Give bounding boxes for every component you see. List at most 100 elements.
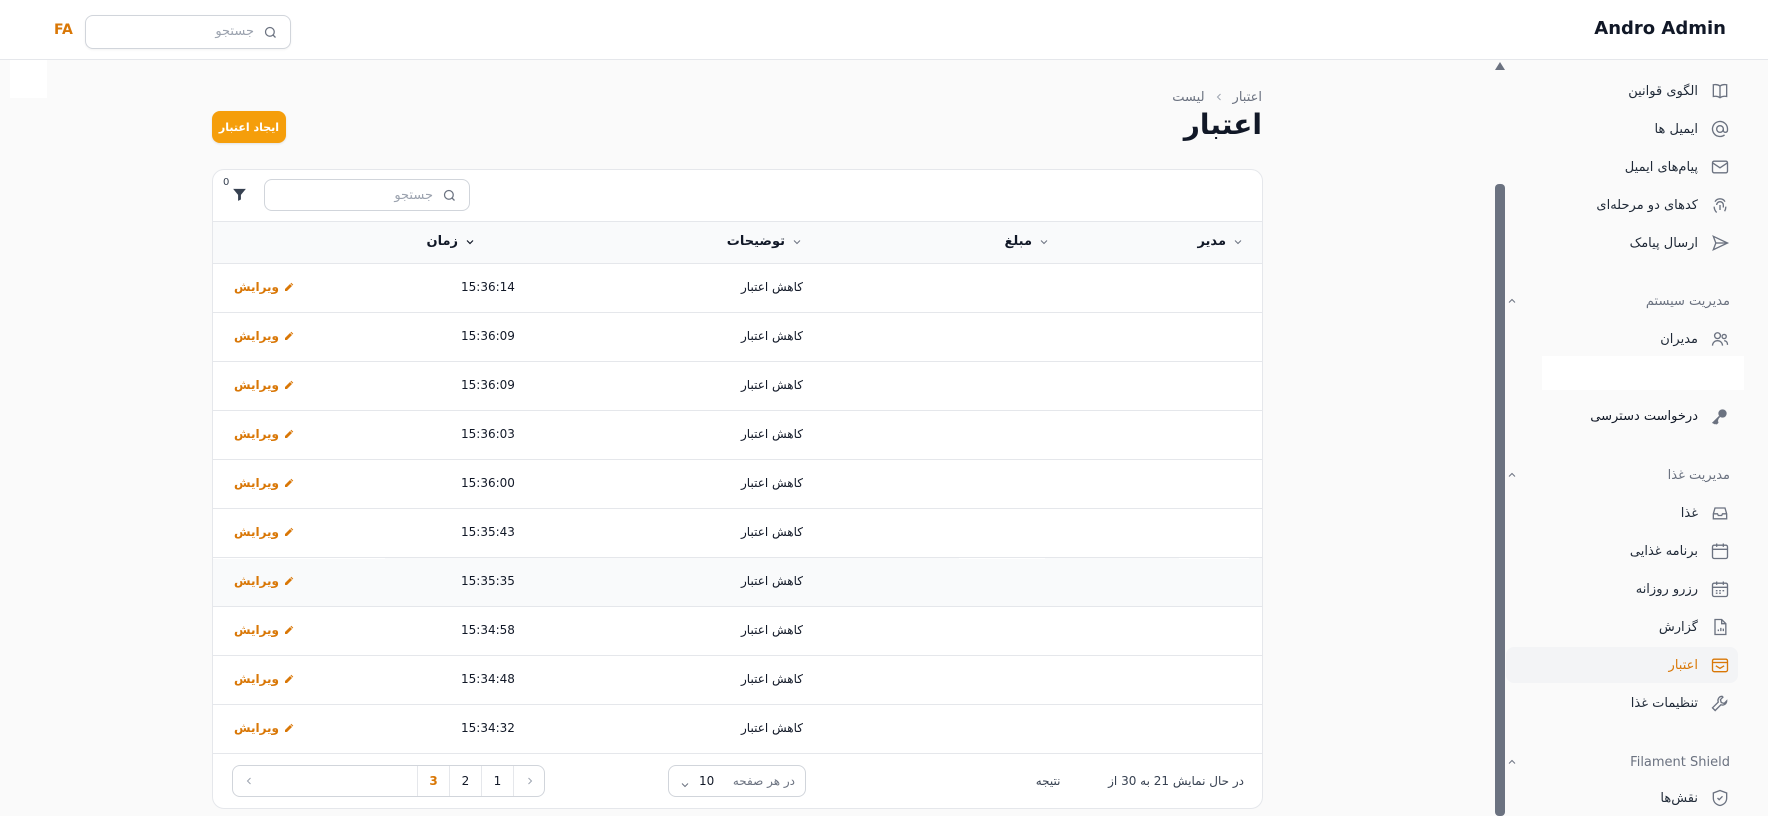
column-header-description[interactable]: توضیحات bbox=[727, 234, 803, 249]
table-row[interactable]: کاهش اعتبار 15:34:58 ویرایش bbox=[213, 607, 1262, 656]
table-row[interactable]: کاهش اعتبار 15:36:09 ویرایش bbox=[213, 362, 1262, 411]
results-summary: در حال نمایش 21 به 30 از نتیجه bbox=[1036, 774, 1244, 788]
row-divider-gap bbox=[213, 264, 385, 265]
row-divider-gap bbox=[959, 509, 1045, 510]
table-row[interactable]: کاهش اعتبار 15:36:03 ویرایش bbox=[213, 411, 1262, 460]
edit-link[interactable]: ویرایش bbox=[234, 672, 295, 686]
sidebar-item-roles[interactable]: نقش‌ها bbox=[1506, 780, 1738, 816]
scroll-up-arrow-icon[interactable] bbox=[1495, 62, 1505, 70]
sidebar-item-credit[interactable]: اعتبار bbox=[1506, 647, 1738, 683]
edit-link[interactable]: ویرایش bbox=[234, 574, 295, 588]
group-system-management[interactable]: مدیریت سیستم bbox=[1506, 289, 1730, 313]
per-page-select[interactable]: در هر صفحه 10 bbox=[668, 765, 806, 797]
sidebar-item-label: برنامه غذایی bbox=[1629, 543, 1698, 559]
sidebar-item-food-settings[interactable]: تنظیمات غذا bbox=[1506, 685, 1738, 721]
edit-link[interactable]: ویرایش bbox=[234, 721, 295, 735]
edit-link[interactable]: ویرایش bbox=[234, 427, 295, 441]
shield-check-icon bbox=[1712, 789, 1728, 807]
column-header-amount[interactable]: مبلغ bbox=[1004, 234, 1050, 249]
chevron-down-icon bbox=[679, 776, 691, 795]
table-row[interactable]: کاهش اعتبار 15:36:14 ویرایش bbox=[213, 264, 1262, 313]
chevron-down-icon bbox=[1040, 239, 1048, 244]
cell-time: 15:36:09 bbox=[461, 378, 515, 392]
row-divider-gap bbox=[213, 607, 385, 608]
cell-time: 15:36:09 bbox=[461, 329, 515, 343]
group-filament-shield[interactable]: Filament Shield bbox=[1506, 750, 1730, 774]
filter-icon[interactable] bbox=[231, 186, 248, 207]
pagination-prev-button[interactable] bbox=[513, 766, 544, 796]
table-toolbar: 0 جستجو bbox=[213, 170, 1262, 222]
scrollbar-thumb[interactable] bbox=[1495, 184, 1505, 816]
pencil-square-icon bbox=[285, 282, 294, 291]
page-title: اعتبار bbox=[1183, 108, 1262, 141]
table-row[interactable]: کاهش اعتبار 15:34:48 ویرایش bbox=[213, 656, 1262, 705]
fingerprint-icon bbox=[1713, 198, 1727, 213]
edit-link[interactable]: ویرایش bbox=[234, 378, 295, 392]
edit-link[interactable]: ویرایش bbox=[234, 623, 295, 637]
at-icon bbox=[1711, 120, 1729, 138]
edit-label: ویرایش bbox=[234, 427, 280, 441]
column-label: مبلغ bbox=[1004, 234, 1032, 249]
cell-description: کاهش اعتبار bbox=[741, 427, 803, 441]
pagination-page-2[interactable]: 2 bbox=[449, 766, 481, 796]
edit-label: ویرایش bbox=[234, 280, 280, 294]
breadcrumb-item-credit[interactable]: اعتبار bbox=[1233, 90, 1262, 105]
table-header: مدیر مبلغ توضیحات زمان bbox=[213, 222, 1262, 264]
table-search-input[interactable]: جستجو bbox=[264, 179, 470, 211]
table-row[interactable]: کاهش اعتبار 15:34:32 ویرایش bbox=[213, 705, 1262, 754]
sidebar-item-daily-reservation[interactable]: رزرو روزانه bbox=[1506, 571, 1738, 607]
pencil-square-icon bbox=[285, 331, 294, 340]
language-switcher[interactable]: FA bbox=[54, 22, 73, 38]
cell-time: 15:34:58 bbox=[461, 623, 515, 637]
per-page-label: در هر صفحه bbox=[732, 774, 795, 788]
sidebar: الگوی قوانین ایمیل ها پیام‌های ایمیل کده… bbox=[1478, 60, 1768, 816]
key-icon bbox=[1711, 409, 1727, 425]
pagination-page-3[interactable]: 3 bbox=[417, 766, 449, 796]
cell-description: کاهش اعتبار bbox=[741, 329, 803, 343]
group-food-management[interactable]: مدیریت غذا bbox=[1506, 463, 1730, 487]
row-divider-gap bbox=[213, 656, 385, 657]
column-label: زمان bbox=[426, 234, 458, 249]
row-divider-gap bbox=[959, 362, 1045, 363]
column-header-manager[interactable]: مدیر bbox=[1197, 234, 1244, 249]
table-row[interactable]: کاهش اعتبار 15:36:09 ویرایش bbox=[213, 313, 1262, 362]
global-search-input[interactable]: جستجو bbox=[85, 15, 291, 49]
sidebar-item-label: کدهای دو مرحله‌ای bbox=[1596, 197, 1698, 213]
sidebar-item-label: الگوی قوانین bbox=[1628, 83, 1698, 99]
table-row[interactable]: کاهش اعتبار 15:36:00 ویرایش bbox=[213, 460, 1262, 509]
cell-description: کاهش اعتبار bbox=[741, 378, 803, 392]
create-credit-button[interactable]: ایجاد اعتبار bbox=[212, 111, 286, 143]
pagination-page-1[interactable]: 1 bbox=[481, 766, 513, 796]
brand-logo[interactable]: Andro Admin bbox=[1594, 18, 1726, 39]
edit-link[interactable]: ویرایش bbox=[234, 525, 295, 539]
results-suffix: نتیجه bbox=[1035, 774, 1061, 788]
filter-count-badge: 0 bbox=[223, 177, 230, 188]
sidebar-item-rules[interactable]: الگوی قوانین bbox=[1506, 73, 1738, 109]
sidebar-item-admins[interactable]: مدیران bbox=[1506, 321, 1738, 357]
envelope-icon bbox=[1711, 160, 1729, 174]
cell-time: 15:35:35 bbox=[461, 574, 515, 588]
sidebar-item-email-messages[interactable]: پیام‌های ایمیل bbox=[1506, 149, 1738, 185]
sidebar-item-emails[interactable]: ایمیل ها bbox=[1506, 111, 1738, 147]
sidebar-item-report[interactable]: گزارش bbox=[1506, 609, 1738, 645]
table-row[interactable]: کاهش اعتبار 15:35:43 ویرایش bbox=[213, 509, 1262, 558]
search-icon bbox=[442, 188, 457, 207]
sidebar-item-2fa-codes[interactable]: کدهای دو مرحله‌ای bbox=[1506, 187, 1738, 223]
results-prefix: در حال نمایش 21 به 30 از bbox=[1108, 774, 1244, 788]
sidebar-item-access-request[interactable]: درخواست دسترسی bbox=[1506, 398, 1738, 434]
cell-description: کاهش اعتبار bbox=[741, 574, 803, 588]
edit-link[interactable]: ویرایش bbox=[234, 476, 295, 490]
cell-time: 15:36:00 bbox=[461, 476, 515, 490]
column-header-time[interactable]: زمان bbox=[426, 234, 476, 249]
sidebar-item-meal-plan[interactable]: برنامه غذایی bbox=[1506, 533, 1738, 569]
cell-description: کاهش اعتبار bbox=[741, 476, 803, 490]
sidebar-item-food[interactable]: غذا bbox=[1506, 495, 1738, 531]
sidebar-scrollbar[interactable] bbox=[1495, 60, 1505, 816]
table-row[interactable]: کاهش اعتبار 15:35:35 ویرایش bbox=[213, 558, 1262, 607]
row-divider-gap bbox=[213, 411, 385, 412]
sidebar-item-send-sms[interactable]: ارسال پیامک bbox=[1506, 225, 1738, 261]
edit-link[interactable]: ویرایش bbox=[234, 329, 295, 343]
row-divider-gap bbox=[1179, 656, 1249, 657]
row-divider-gap bbox=[959, 607, 1045, 608]
edit-link[interactable]: ویرایش bbox=[234, 280, 295, 294]
